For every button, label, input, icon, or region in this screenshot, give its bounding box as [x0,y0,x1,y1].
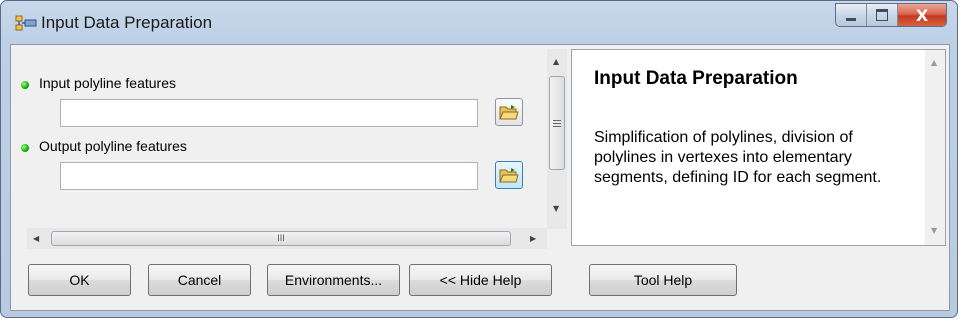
minimize-icon [846,17,856,21]
help-description: Simplification of polylines, division of… [594,129,882,186]
params-horizontal-scrollbar[interactable]: ◀ III ▶ [27,228,547,249]
folder-open-icon [499,105,519,120]
title-bar[interactable]: Input Data Preparation X [1,1,957,43]
scroll-down-icon[interactable]: ▼ [931,226,937,235]
close-icon: X [915,5,929,25]
horizontal-scroll-thumb[interactable]: III [51,231,511,246]
param-label-input: Input polyline features [39,75,176,91]
environments-button[interactable]: Environments... [267,264,400,296]
browse-output-button[interactable] [495,161,523,189]
grip-line [553,123,561,124]
dialog-body: Input polyline features Output polyline … [10,44,950,311]
help-vertical-scrollbar[interactable]: ▲ ▼ [925,50,945,245]
parameters-panel: Input polyline features Output polyline … [19,49,572,249]
grip-line [553,120,561,121]
param-label-output: Output polyline features [39,138,187,154]
help-title: Input Data Preparation [594,68,798,89]
tool-help-button[interactable]: Tool Help [589,264,737,296]
scroll-up-icon[interactable]: ▲ [931,58,937,67]
hide-help-button[interactable]: << Hide Help [409,264,552,296]
close-button[interactable]: X [898,4,946,26]
grip-line [553,126,561,127]
scroll-left-icon[interactable]: ◀ [33,234,39,243]
scroll-right-icon[interactable]: ▶ [530,234,536,243]
vertical-scroll-thumb[interactable] [549,76,565,170]
dialog-window: Input Data Preparation X Input polyline … [0,0,958,318]
required-indicator-icon [21,81,29,89]
required-indicator-icon [21,144,29,152]
folder-open-icon [499,168,519,183]
browse-input-button[interactable] [495,98,523,126]
help-panel: Input Data Preparation Simplification of… [571,49,946,246]
scroll-down-icon[interactable]: ▼ [553,204,559,213]
scroll-up-icon[interactable]: ▲ [553,57,559,66]
output-polyline-field[interactable] [60,162,478,190]
window-title: Input Data Preparation [41,13,213,32]
maximize-icon [876,9,888,21]
cancel-button[interactable]: Cancel [148,264,251,296]
input-polyline-field[interactable] [60,99,478,127]
maximize-button[interactable] [867,4,898,26]
toolbox-tool-icon [15,15,37,31]
ok-button[interactable]: OK [28,264,131,296]
minimize-button[interactable] [836,4,867,26]
params-vertical-scrollbar[interactable]: ▲ ▼ [547,49,567,229]
window-controls: X [835,3,947,27]
